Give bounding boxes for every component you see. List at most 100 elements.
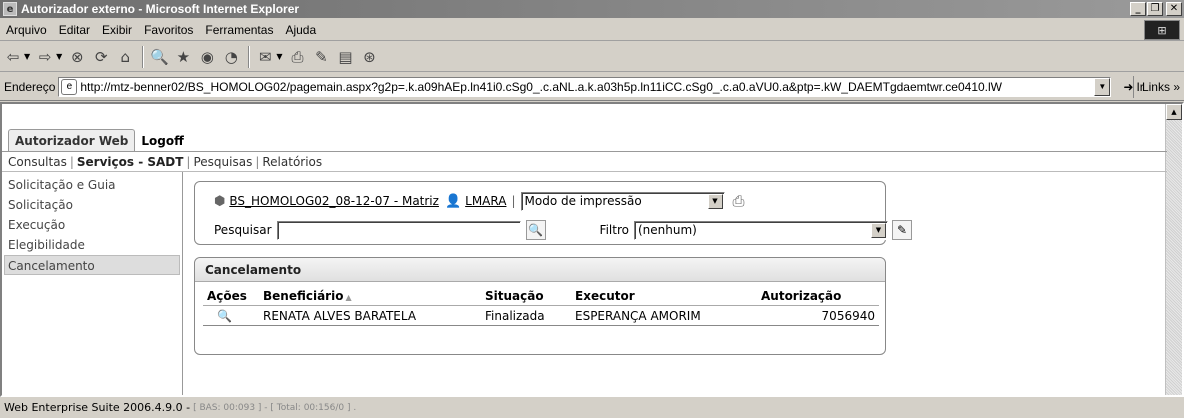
results-title: Cancelamento (195, 258, 885, 282)
tab-logoff[interactable]: Logoff (135, 130, 189, 152)
subnav: Consultas | Serviços - SADT | Pesquisas … (8, 155, 323, 169)
toolbar-divider (142, 45, 145, 68)
menu-editar[interactable]: Editar (53, 23, 96, 37)
column-header-situacao[interactable]: Situação (481, 287, 571, 306)
context-row: ⬢ BS_HOMOLOG02_08-12-07 - Matriz 👤 LMARA… (214, 191, 745, 211)
favorites-icon[interactable]: ★ (172, 46, 194, 68)
column-header-beneficiario[interactable]: Beneficiário ▲ (259, 287, 481, 306)
sidebar-item-solicitacao-e-guia[interactable]: Solicitação e Guia (2, 175, 182, 195)
sidebar-item-cancelamento[interactable]: Cancelamento (4, 255, 180, 275)
menu-arquivo[interactable]: Arquivo (0, 23, 53, 37)
search-input[interactable] (276, 220, 521, 240)
windows-logo-icon: ⊞ (1144, 20, 1180, 40)
go-arrow-icon: ➜ (1123, 79, 1134, 94)
magnifier-icon[interactable]: 🔍 (217, 309, 232, 323)
edit-icon: ✎ (896, 223, 907, 237)
menu-ajuda[interactable]: Ajuda (279, 23, 322, 37)
discuss-icon[interactable]: ▤ (334, 46, 356, 68)
scroll-up-icon[interactable]: ▲ (1166, 104, 1182, 120)
view-action[interactable]: 🔍 (203, 305, 259, 326)
menu-exibir[interactable]: Exibir (96, 23, 138, 37)
chevron-down-icon[interactable]: ▼ (870, 222, 886, 238)
print-mode-value: Modo de impressão (524, 194, 642, 208)
filter-panel: ⬢ BS_HOMOLOG02_08-12-07 - Matriz 👤 LMARA… (194, 181, 912, 245)
tab-autorizador-web[interactable]: Autorizador Web (8, 129, 136, 152)
sidebar: Solicitação e Guia Solicitação Execução … (2, 172, 183, 395)
minimize-button[interactable]: _ (1130, 2, 1146, 16)
vertical-scrollbar[interactable]: ▲ (1165, 104, 1182, 395)
search-row: Pesquisar 🔍 Filtro (nenhum) ▼ ✎ (214, 220, 912, 240)
print-mode-select[interactable]: Modo de impressão ▼ (520, 191, 725, 211)
filter-value: (nenhum) (637, 223, 697, 237)
column-header-acoes: Ações (203, 287, 259, 306)
browser-toolbar: ⇦ ▼ ⇨ ▼ ⊗ ⟳ ⌂ 🔍 ★ ◉ ◔ ✉ ▼ ⎙ ✎ ▤ ⊛ (0, 42, 1184, 72)
cell-beneficiario: RENATA ALVES BARATELA (259, 305, 481, 326)
messenger-icon[interactable]: ⊛ (358, 46, 380, 68)
subnav-relatorios[interactable]: Relatórios (262, 155, 322, 169)
environment-link[interactable]: BS_HOMOLOG02_08-12-07 - Matriz (229, 194, 439, 208)
address-bar: Endereço e http://mtz-benner02/BS_HOMOLO… (0, 73, 1184, 101)
chevron-down-icon[interactable]: ▼ (707, 193, 723, 209)
refresh-icon[interactable]: ⟳ (90, 46, 112, 68)
subnav-pesquisas[interactable]: Pesquisas (193, 155, 252, 169)
forward-icon[interactable]: ⇨ (34, 46, 56, 68)
history-icon[interactable]: ◔ (220, 46, 242, 68)
tabs-divider (2, 151, 1167, 152)
app-tabs: Autorizador Web Logoff (8, 126, 190, 152)
links-button[interactable]: Links » (1132, 75, 1180, 98)
address-label: Endereço (4, 79, 56, 94)
back-icon[interactable]: ⇦ (2, 46, 24, 68)
search-icon[interactable]: 🔍 (148, 46, 170, 68)
table-row[interactable]: 🔍 RENATA ALVES BARATELA Finalizada ESPER… (203, 305, 879, 326)
user-link[interactable]: LMARA (465, 194, 506, 208)
cell-autorizacao: 7056940 (757, 305, 879, 326)
search-button[interactable]: 🔍 (525, 220, 546, 240)
sidebar-item-execucao[interactable]: Execução (2, 215, 182, 235)
environment-icon: ⬢ (214, 193, 226, 209)
sidebar-item-elegibilidade[interactable]: Elegibilidade (2, 235, 182, 255)
filter-select[interactable]: (nenhum) ▼ (633, 220, 888, 240)
toolbar-divider (248, 45, 251, 68)
stop-icon[interactable]: ⊗ (66, 46, 88, 68)
close-button[interactable]: ✕ (1166, 2, 1182, 16)
address-dropdown-icon[interactable]: ▼ (1094, 77, 1111, 96)
menu-bar: Arquivo Editar Exibir Favoritos Ferramen… (0, 19, 1184, 41)
cell-executor: ESPERANÇA AMORIM (571, 305, 757, 326)
window-title: Autorizador externo - Microsoft Internet… (21, 2, 300, 16)
print-icon[interactable]: ⎙ (286, 46, 308, 68)
status-text: Web Enterprise Suite 2006.4.9.0 - (4, 401, 191, 414)
edit-icon[interactable]: ✎ (310, 46, 332, 68)
mail-dropdown-icon[interactable]: ▼ (276, 52, 282, 61)
filter-label: Filtro (599, 223, 629, 237)
results-table: Ações Beneficiário ▲ Situação Executor Au… (203, 287, 879, 326)
mail-icon[interactable]: ✉ (254, 46, 276, 68)
user-icon: 👤 (444, 193, 462, 209)
menu-favoritos[interactable]: Favoritos (138, 23, 199, 37)
back-dropdown-icon[interactable]: ▼ (24, 52, 30, 61)
status-timing: [ BAS: 00:093 ] - [ Total: 00:156/0 ] . (193, 402, 357, 413)
maximize-button[interactable]: ❐ (1147, 2, 1163, 16)
cell-situacao: Finalizada (481, 305, 571, 326)
subnav-consultas[interactable]: Consultas (8, 155, 67, 169)
home-icon[interactable]: ⌂ (114, 46, 136, 68)
edit-filter-button[interactable]: ✎ (891, 220, 912, 240)
search-label: Pesquisar (214, 223, 272, 237)
column-header-executor[interactable]: Executor (571, 287, 757, 306)
print-icon[interactable]: ⎙ (733, 192, 745, 210)
sort-asc-icon: ▲ (345, 293, 352, 302)
page-icon: e (61, 78, 78, 95)
window-titlebar: e Autorizador externo - Microsoft Intern… (0, 0, 1184, 18)
forward-dropdown-icon[interactable]: ▼ (56, 52, 62, 61)
address-input[interactable]: e http://mtz-benner02/BS_HOMOLOG02/pagem… (58, 76, 1112, 97)
subnav-servicos-sadt[interactable]: Serviços - SADT (77, 155, 184, 169)
magnifier-icon: 🔍 (528, 223, 544, 237)
window-controls: _ ❐ ✕ (1130, 2, 1182, 16)
page-content: ▲ Autorizador Web Logoff Consultas | Ser… (0, 102, 1184, 397)
ie-logo-icon: e (3, 2, 17, 16)
status-bar: Web Enterprise Suite 2006.4.9.0 - [ BAS:… (0, 397, 1184, 418)
media-icon[interactable]: ◉ (196, 46, 218, 68)
sidebar-item-solicitacao[interactable]: Solicitação (2, 195, 182, 215)
menu-ferramentas[interactable]: Ferramentas (199, 23, 279, 37)
column-header-autorizacao[interactable]: Autorização (757, 287, 879, 306)
address-url[interactable]: http://mtz-benner02/BS_HOMOLOG02/pagemai… (80, 80, 1094, 94)
